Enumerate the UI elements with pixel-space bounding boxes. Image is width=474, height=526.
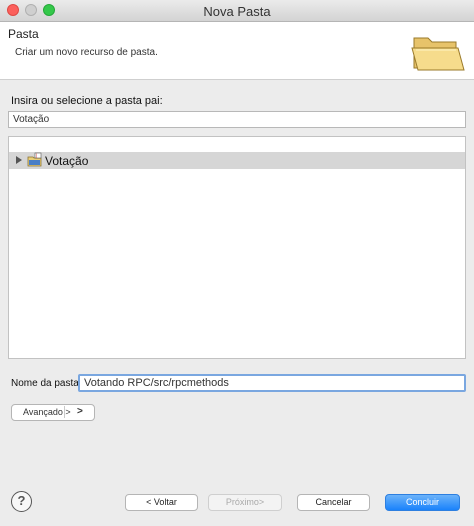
cancel-button[interactable]: Cancelar: [297, 494, 370, 511]
title-bar: Nova Pasta: [0, 0, 474, 22]
parent-folder-prompt: Insira ou selecione a pasta pai:: [11, 95, 163, 107]
expand-arrow-icon[interactable]: [16, 156, 22, 164]
help-button[interactable]: ?: [11, 491, 32, 512]
wizard-description: Criar um novo recurso de pasta.: [15, 47, 158, 58]
advanced-divider: [64, 406, 65, 418]
finish-button[interactable]: Concluir: [385, 494, 460, 511]
folder-tree[interactable]: J Votação: [8, 136, 466, 359]
window-title: Nova Pasta: [203, 4, 271, 19]
parent-folder-input[interactable]: [8, 111, 466, 128]
folder-name-input[interactable]: [78, 374, 466, 392]
svg-text:J: J: [35, 153, 37, 158]
wizard-header: Pasta Criar um novo recurso de pasta.: [0, 22, 474, 80]
next-button[interactable]: Próximo>: [208, 494, 282, 511]
folder-name-label: Nome da pasta:: [11, 378, 82, 389]
tree-item-votacao[interactable]: J Votação: [9, 152, 465, 169]
folder-icon: [411, 37, 465, 71]
tree-item-label: Votação: [45, 154, 89, 168]
back-button[interactable]: < Voltar: [125, 494, 198, 511]
java-project-icon: J: [27, 152, 42, 167]
wizard-title: Pasta: [8, 27, 39, 41]
advanced-arrow-icon[interactable]: >: [77, 406, 83, 417]
